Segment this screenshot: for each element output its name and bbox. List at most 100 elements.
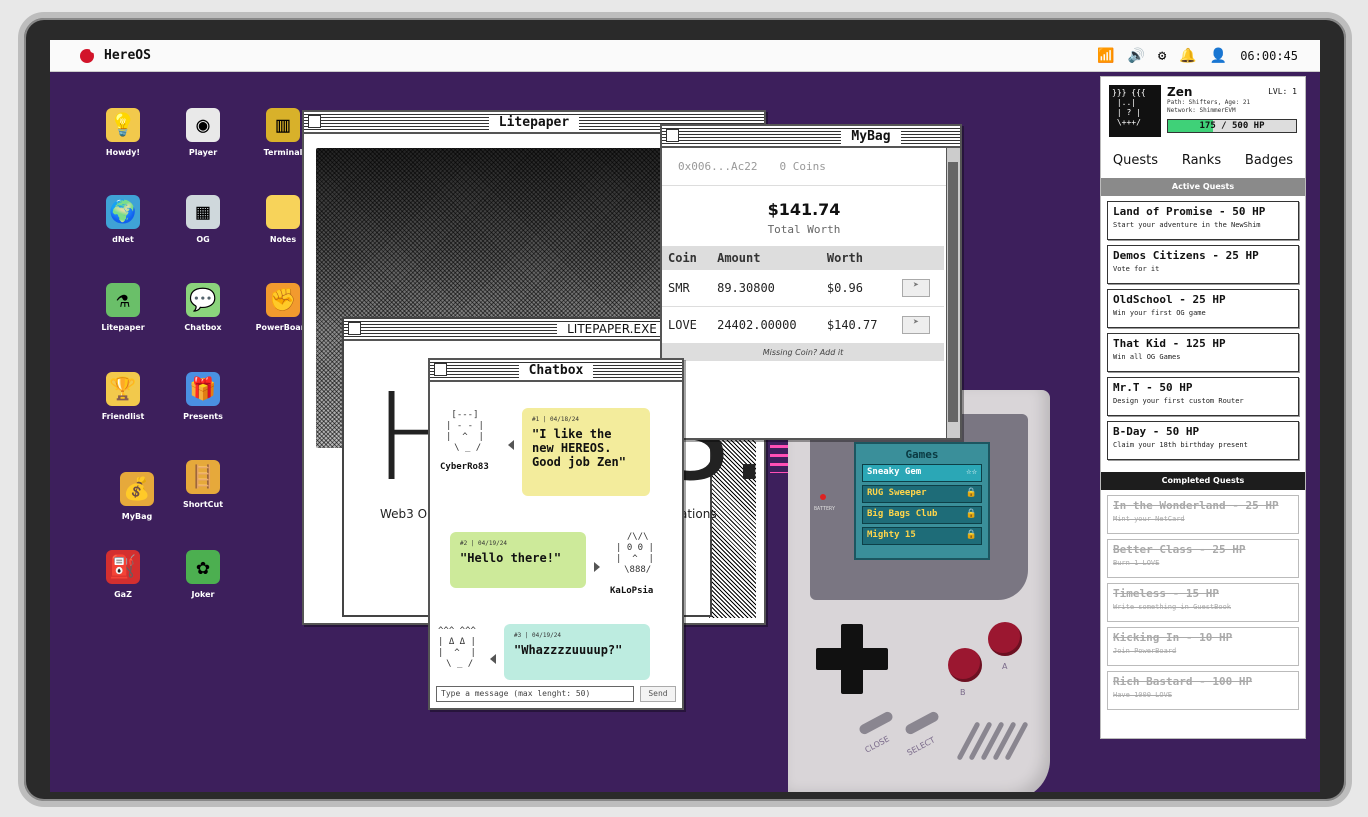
- litepaper-exe-titlebar[interactable]: LITEPAPER.EXE: [344, 319, 710, 341]
- profile-avatar: }}} {{{ |..| | ? | \+++/: [1109, 85, 1161, 137]
- tab-quests[interactable]: Quests: [1113, 153, 1158, 168]
- game-name: Mighty 15: [867, 530, 916, 540]
- desktop-icon-gaz[interactable]: ⛽ GaZ: [88, 550, 158, 599]
- completed-quest-card[interactable]: In the Wonderland - 25 HP Mint your NetCa…: [1107, 495, 1299, 534]
- desktop-icon-og[interactable]: ▦ OG: [168, 195, 238, 244]
- active-quest-card[interactable]: Land of Promise - 50 HP Start your advent…: [1107, 201, 1299, 240]
- worth-cell: $0.96: [820, 270, 896, 307]
- tab-ranks[interactable]: Ranks: [1182, 153, 1221, 168]
- column-header: Amount: [711, 246, 821, 270]
- hereos-logo-icon[interactable]: [80, 45, 97, 63]
- lock-icon: 🔒: [965, 488, 977, 498]
- bubble-pointer: [594, 562, 600, 572]
- message-input[interactable]: Type a message (max lenght: 50): [436, 686, 634, 702]
- gameboy-screen: Games Sneaky Gem ☆☆ RUG Sweeper 🔒 Big Bags C…: [854, 442, 990, 560]
- close-icon[interactable]: [308, 115, 321, 128]
- worth-cell: $140.77: [820, 306, 896, 344]
- terminal-icon: ▥: [266, 108, 300, 142]
- desktop-icon-chatbox[interactable]: 💬 Chatbox: [168, 283, 238, 332]
- quest-title: Rich Bastard - 100 HP: [1113, 675, 1253, 688]
- close-icon[interactable]: [434, 363, 447, 376]
- game-menu-item[interactable]: Mighty 15 🔒: [862, 527, 982, 545]
- tab-badges[interactable]: Badges: [1245, 153, 1293, 168]
- chat-bubble: #3 | 04/19/24 "Whazzzzuuuup?": [504, 624, 650, 680]
- mybag-titlebar[interactable]: MyBag: [662, 126, 960, 148]
- send-button[interactable]: Send: [640, 686, 676, 702]
- avatar: [---] | - - | | ^ | \ _ /: [446, 410, 484, 453]
- active-quest-card[interactable]: Mr.T - 50 HP Design your first custom Rou…: [1107, 377, 1299, 416]
- table-row: LOVE 24402.00000 $140.77 ➤: [662, 306, 944, 344]
- game-menu-item[interactable]: Big Bags Club 🔒: [862, 506, 982, 524]
- quest-title: Demos Citizens - 25 HP: [1113, 249, 1259, 262]
- chatbox-window[interactable]: Chatbox [---] | - - | | ^ | \ _ / CyberR…: [428, 358, 684, 710]
- game-menu-item[interactable]: RUG Sweeper 🔒: [862, 485, 982, 503]
- user-icon[interactable]: 👤: [1210, 48, 1227, 64]
- message-meta: #2 | 04/19/24: [460, 540, 507, 547]
- column-header: Coin: [662, 246, 712, 270]
- desktop-icon-howdy-[interactable]: 💡 Howdy!: [88, 108, 158, 157]
- hp-progress-text: 175 / 500 HP: [1199, 121, 1265, 131]
- scrollbar-thumb[interactable]: [948, 162, 958, 422]
- total-amount: $141.74: [767, 200, 841, 219]
- quest-description: Claim your 18th birthday present: [1113, 441, 1248, 449]
- battery-led: [820, 494, 826, 500]
- bubble-pointer: [490, 654, 496, 664]
- wifi-icon[interactable]: 📶: [1097, 48, 1114, 64]
- panel-tabs: Quests Ranks Badges: [1101, 145, 1305, 178]
- clock: 06:00:45: [1240, 48, 1298, 63]
- window-title: Chatbox: [518, 362, 594, 378]
- b-button[interactable]: [948, 648, 982, 682]
- completed-quest-card[interactable]: Timeless - 15 HP Write something in Guest…: [1107, 583, 1299, 622]
- desktop-icon-presents[interactable]: 🎁 Presents: [168, 372, 238, 421]
- system-tray: 📶 🔊 ⚙ 🔔 👤 06:00:45: [1097, 48, 1298, 64]
- quest-description: Win your first OG game: [1113, 309, 1206, 317]
- select-button[interactable]: [903, 710, 941, 736]
- desktop-icon-label: Player: [188, 148, 218, 157]
- profile-network: Network: ShimmerEVM: [1167, 107, 1236, 114]
- bell-icon[interactable]: 🔔: [1179, 48, 1196, 64]
- completed-quest-card[interactable]: Better Class - 25 HP Burn 1 LOVE: [1107, 539, 1299, 578]
- close-icon[interactable]: [348, 322, 361, 335]
- dpad-vertical[interactable]: [841, 624, 863, 694]
- coin-cell: SMR: [662, 270, 712, 307]
- window-title: LITEPAPER.EXE: [557, 322, 667, 336]
- send-coin-button[interactable]: ➤: [901, 316, 930, 334]
- chatbox-titlebar[interactable]: Chatbox: [430, 360, 682, 382]
- game-menu-item[interactable]: Sneaky Gem ☆☆: [862, 464, 982, 482]
- mybag-window[interactable]: MyBag 0x006...Ac22 0 Coins $141.74 Total…: [660, 124, 962, 440]
- active-quest-card[interactable]: That Kid - 125 HP Win all OG Games: [1107, 333, 1299, 372]
- desktop-icon-dnet[interactable]: 🌍 dNet: [88, 195, 158, 244]
- active-quest-card[interactable]: Demos Citizens - 25 HP Vote for it: [1107, 245, 1299, 284]
- desktop-icon-litepaper[interactable]: ⚗ Litepaper: [88, 283, 158, 332]
- desktop-icon-joker[interactable]: ✿ Joker: [168, 550, 238, 599]
- howdy--icon: 💡: [106, 108, 140, 142]
- desktop-icon-friendlist[interactable]: 🏆 Friendlist: [88, 372, 158, 421]
- dnet-icon: 🌍: [106, 195, 140, 229]
- close-button[interactable]: [857, 710, 895, 736]
- completed-quest-card[interactable]: Kicking In - 10 HP Join PowerBoard: [1107, 627, 1299, 666]
- desktop-icon-player[interactable]: ◉ Player: [168, 108, 238, 157]
- games-menu-title: Games: [905, 448, 939, 461]
- close-icon[interactable]: [666, 129, 679, 142]
- volume-icon[interactable]: 🔊: [1127, 48, 1144, 64]
- active-quest-card[interactable]: B-Day - 50 HP Claim your 18th birthday pr…: [1107, 421, 1299, 460]
- desktop-icon-label: GaZ: [114, 590, 132, 599]
- chat-bubble: #1 | 04/18/24 "I like the new HEREOS. Go…: [522, 408, 650, 496]
- send-coin-button[interactable]: ➤: [901, 279, 930, 297]
- completed-quest-card[interactable]: Rich Bastard - 100 HP Have 1000 LOVE: [1107, 671, 1299, 710]
- wallet-address[interactable]: 0x006...Ac22: [678, 160, 757, 173]
- add-coin-link[interactable]: Missing Coin? Add it: [662, 344, 944, 361]
- quest-title: That Kid - 125 HP: [1113, 337, 1226, 350]
- menu-bar: HereOS 📶 🔊 ⚙ 🔔 👤 06:00:45: [50, 40, 1320, 72]
- gear-icon[interactable]: ⚙: [1158, 48, 1166, 64]
- desktop-icon-mybag[interactable]: 💰 MyBag: [102, 472, 172, 521]
- message-text: "Hello there!": [460, 551, 562, 565]
- a-button[interactable]: [988, 622, 1022, 656]
- desktop-icon-label: Joker: [191, 590, 215, 599]
- scrollbar[interactable]: [946, 148, 960, 438]
- desktop-icon-shortcut[interactable]: 🪜 ShortCut: [168, 460, 238, 509]
- close-button-label: CLOSE: [863, 734, 891, 755]
- quest-title: Mr.T - 50 HP: [1113, 381, 1193, 394]
- quest-title: B-Day - 50 HP: [1113, 425, 1200, 438]
- active-quest-card[interactable]: OldSchool - 25 HP Win your first OG game: [1107, 289, 1299, 328]
